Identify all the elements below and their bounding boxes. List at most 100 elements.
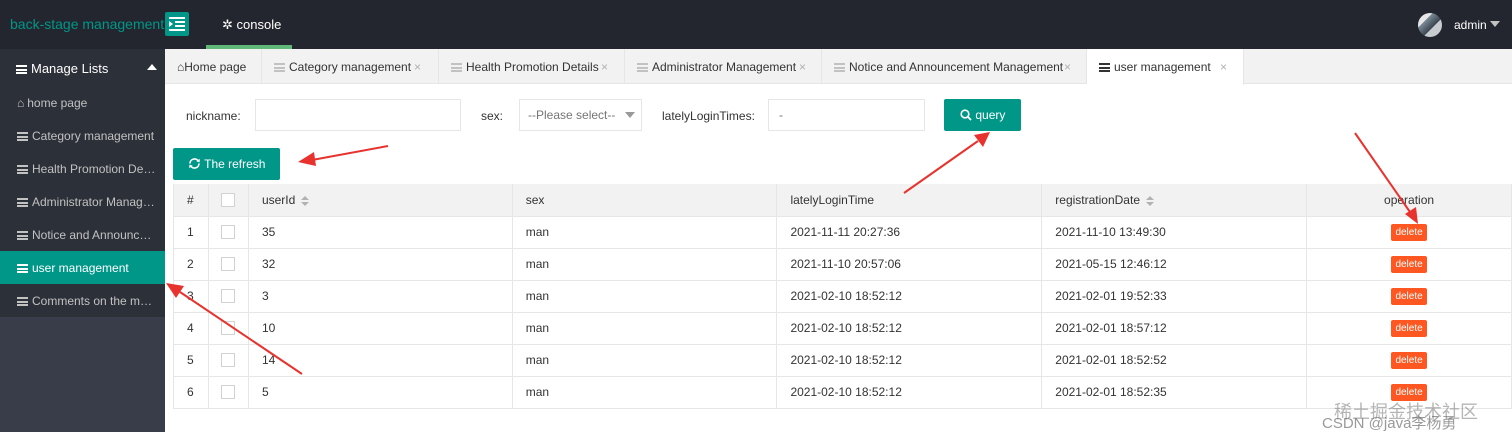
cell-userid: 5 <box>248 376 513 409</box>
sidebar-section-header[interactable]: Manage Lists <box>0 49 165 86</box>
close-icon[interactable]: × <box>1064 60 1071 74</box>
list-icon <box>17 132 28 141</box>
user-name[interactable]: admin <box>1454 18 1487 32</box>
list-icon <box>834 63 845 72</box>
row-checkbox[interactable] <box>221 353 236 368</box>
cell-registration: 2021-02-01 18:57:12 <box>1041 312 1308 345</box>
home-icon: ⌂ <box>17 96 25 110</box>
cell-registration: 2021-05-15 12:46:12 <box>1041 248 1308 281</box>
sex-select[interactable]: --Please select-- <box>519 99 642 131</box>
close-icon[interactable]: × <box>414 60 421 74</box>
user-menu[interactable]: admin <box>1416 12 1512 38</box>
cell-index: 2 <box>173 248 209 281</box>
tab-health-promotion[interactable]: Health Promotion Details × <box>439 49 625 84</box>
cell-sex: man <box>512 280 778 313</box>
list-icon <box>1099 63 1110 72</box>
sidebar-item-administrator-management[interactable]: Administrator Management <box>0 185 165 218</box>
chevron-up-icon[interactable] <box>147 64 157 70</box>
sidebar-item-comments-management[interactable]: Comments on the management <box>0 284 165 317</box>
login-time-range-input[interactable]: - <box>768 99 925 131</box>
cell-last-login: 2021-02-10 18:52:12 <box>776 280 1043 313</box>
list-icon <box>17 264 28 273</box>
row-checkbox[interactable] <box>221 225 236 240</box>
cell-select <box>208 280 249 313</box>
sidebar-item-notice-management[interactable]: Notice and Announcement Management <box>0 218 165 251</box>
tab-label: Administrator Management <box>652 60 797 74</box>
delete-button[interactable]: delete <box>1391 319 1427 337</box>
row-checkbox[interactable] <box>221 321 236 336</box>
tab-bar: ⌂Home page Category management × Health … <box>165 49 1512 85</box>
cell-last-login: 2021-02-10 18:52:12 <box>776 312 1043 345</box>
refresh-button[interactable]: The refresh <box>173 148 280 180</box>
sidebar-section-title: Manage Lists <box>31 61 109 76</box>
sort-icon[interactable] <box>1146 195 1154 206</box>
nickname-input[interactable] <box>255 99 461 131</box>
table-icon <box>16 65 27 74</box>
console-nav-tab[interactable]: ✲ console <box>206 0 292 49</box>
tab-administrator-management[interactable]: Administrator Management × <box>625 49 822 84</box>
row-checkbox[interactable] <box>221 385 236 400</box>
arrow-to-refresh <box>298 145 389 166</box>
cell-select <box>208 248 249 281</box>
sidebar-item-home-page[interactable]: ⌂ home page <box>0 86 165 119</box>
sidebar-item-health-promotion[interactable]: Health Promotion Details <box>0 152 165 185</box>
row-checkbox[interactable] <box>221 257 236 272</box>
search-icon <box>960 109 972 121</box>
col-sex-header: sex <box>512 184 778 217</box>
col-userid-header[interactable]: userId <box>248 184 513 217</box>
select-all-checkbox[interactable] <box>221 193 236 208</box>
refresh-label: The refresh <box>204 157 266 171</box>
row-checkbox[interactable] <box>221 289 236 304</box>
delete-button[interactable]: delete <box>1391 351 1427 369</box>
close-icon[interactable]: × <box>1220 60 1227 74</box>
tab-user-management[interactable]: user management × <box>1087 49 1244 85</box>
sidebar-item-category-management[interactable]: Category management <box>0 119 165 152</box>
sidebar-item-label: Notice and Announcement Management <box>32 228 157 242</box>
col-operation-header: operation <box>1306 184 1512 217</box>
list-icon <box>451 63 462 72</box>
indent-icon <box>169 17 185 31</box>
close-icon[interactable]: × <box>601 60 608 74</box>
tab-home-page[interactable]: ⌂Home page <box>165 49 262 84</box>
chevron-down-icon <box>625 112 635 118</box>
cell-registration: 2021-02-01 18:52:52 <box>1041 344 1308 377</box>
sidebar-menu: ⌂ home page Category management Health Pr… <box>0 86 165 317</box>
cell-userid: 32 <box>248 248 513 281</box>
app-logo: back-stage management <box>10 16 165 32</box>
delete-button[interactable]: delete <box>1391 223 1427 241</box>
table-row: 5 14 man 2021-02-10 18:52:12 2021-02-01 … <box>173 344 1512 377</box>
list-icon <box>17 297 28 306</box>
avatar[interactable] <box>1418 13 1442 37</box>
delete-button[interactable]: delete <box>1391 255 1427 273</box>
cell-registration: 2021-02-01 19:52:33 <box>1041 280 1308 313</box>
sidebar-item-label: Category management <box>32 129 155 143</box>
cell-select <box>208 216 249 249</box>
cell-userid: 3 <box>248 280 513 313</box>
sort-icon[interactable] <box>301 195 310 206</box>
menu-toggle-button[interactable] <box>165 12 189 36</box>
table-row: 4 10 man 2021-02-10 18:52:12 2021-02-01 … <box>173 312 1512 345</box>
cell-registration: 2021-02-01 18:52:35 <box>1041 376 1308 409</box>
cell-index: 5 <box>173 344 209 377</box>
cell-index: 1 <box>173 216 209 249</box>
list-icon <box>637 63 648 72</box>
tab-category-management[interactable]: Category management × <box>262 49 439 84</box>
tab-notice-management[interactable]: Notice and Announcement Management × <box>822 49 1087 84</box>
nickname-label: nickname: <box>186 109 241 123</box>
user-table: # userId sex latelyLoginTime registratio… <box>173 184 1512 409</box>
chevron-down-icon[interactable] <box>1490 21 1500 27</box>
cell-sex: man <box>512 216 778 249</box>
list-icon <box>17 165 28 174</box>
col-select-header <box>208 184 249 217</box>
col-registration-header[interactable]: registrationDate <box>1041 184 1308 217</box>
sidebar-item-label: Administrator Management <box>32 195 157 209</box>
sidebar-item-user-management[interactable]: user management <box>0 251 165 284</box>
close-icon[interactable]: × <box>799 60 806 74</box>
col-last-login-header: latelyLoginTime <box>776 184 1043 217</box>
delete-button[interactable]: delete <box>1391 287 1427 305</box>
query-button[interactable]: query <box>944 99 1021 131</box>
cell-last-login: 2021-02-10 18:52:12 <box>776 376 1043 409</box>
tab-label: Notice and Announcement Management <box>849 60 1064 74</box>
login-time-label: latelyLoginTimes: <box>662 109 755 123</box>
sex-label: sex: <box>481 109 504 123</box>
